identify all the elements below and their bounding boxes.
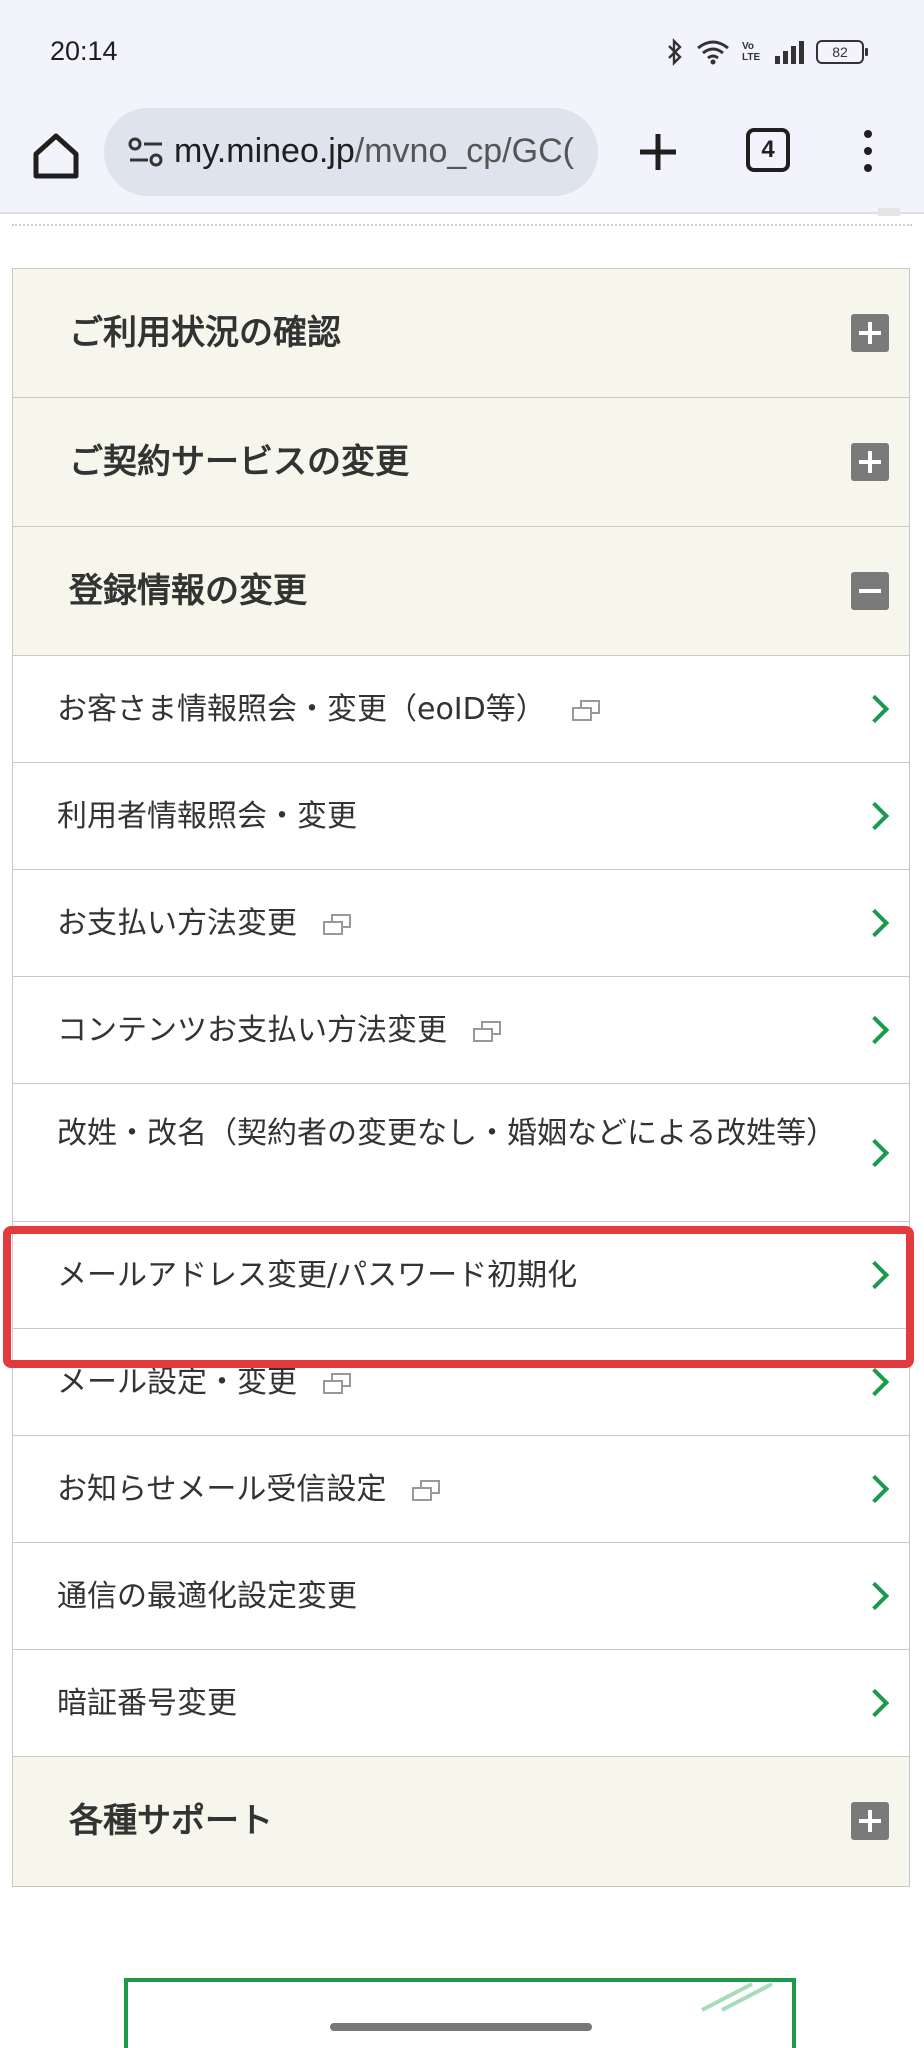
- wifi-icon: [697, 40, 729, 65]
- expand-plus-icon[interactable]: [851, 314, 889, 352]
- section-registration-change[interactable]: 登録情報の変更: [13, 527, 909, 656]
- expand-plus-icon[interactable]: [851, 1802, 889, 1840]
- more-menu-icon[interactable]: [858, 130, 878, 178]
- menu-item-content-payment[interactable]: コンテンツお支払い方法変更: [13, 977, 909, 1084]
- menu-item-label: コンテンツお支払い方法変更: [57, 1013, 447, 1048]
- chevron-right-icon: [860, 908, 890, 938]
- url-text[interactable]: my.mineo.jp/mvno_cp/GC(: [174, 132, 594, 171]
- external-window-icon: [571, 699, 602, 722]
- page-top-fragment: [878, 208, 900, 216]
- external-window-icon: [412, 1479, 442, 1502]
- section-title: 各種サポート: [69, 1801, 273, 1841]
- chevron-right-icon: [860, 694, 890, 724]
- chevron-right-icon: [860, 1367, 890, 1397]
- external-window-icon: [473, 1020, 503, 1043]
- plus-icon: [640, 134, 676, 170]
- menu-item-label: お客さま情報照会・変更（eoID等）: [57, 692, 546, 727]
- section-usage-status[interactable]: ご利用状況の確認: [13, 269, 909, 398]
- menu-item-pin-change[interactable]: 暗証番号変更: [13, 1650, 909, 1757]
- banner-stripes-icon: [701, 1982, 773, 2012]
- section-title: ご利用状況の確認: [69, 313, 341, 353]
- menu-item-user-info[interactable]: 利用者情報照会・変更: [13, 763, 909, 870]
- bluetooth-icon: [668, 38, 682, 66]
- section-title: 登録情報の変更: [69, 571, 307, 611]
- tab-switcher-button[interactable]: 4: [746, 128, 790, 172]
- url-host: my.mineo.jp: [174, 132, 355, 170]
- chevron-right-icon: [860, 801, 890, 831]
- menu-item-label: 暗証番号変更: [57, 1686, 237, 1721]
- chevron-right-icon: [860, 1015, 890, 1045]
- menu-item-label: メールアドレス変更/パスワード初期化: [57, 1258, 578, 1293]
- dotted-divider: [12, 224, 912, 226]
- browser-toolbar: my.mineo.jp/mvno_cp/GC( 4: [0, 100, 924, 214]
- chevron-right-icon: [860, 1581, 890, 1611]
- battery-indicator: 82: [816, 40, 868, 64]
- menu-item-payment-method[interactable]: お支払い方法変更: [13, 870, 909, 977]
- url-path: /mvno_cp/GC(: [354, 132, 574, 170]
- site-settings-icon[interactable]: [128, 136, 164, 168]
- section-contract-change[interactable]: ご契約サービスの変更: [13, 398, 909, 527]
- expand-plus-icon[interactable]: [851, 443, 889, 481]
- menu-item-optimization[interactable]: 通信の最適化設定変更: [13, 1543, 909, 1650]
- menu-item-label: 改姓・改名（契約者の変更なし・婚姻などによる改姓等）: [57, 1116, 837, 1151]
- menu-item-customer-info[interactable]: お客さま情報照会・変更（eoID等）: [13, 656, 909, 763]
- chevron-right-icon: [860, 1474, 890, 1504]
- chevron-right-icon: [860, 1688, 890, 1718]
- home-icon: [33, 133, 79, 179]
- section-title: ご契約サービスの変更: [69, 442, 409, 482]
- menu-item-notification-mail[interactable]: お知らせメール受信設定: [13, 1436, 909, 1543]
- signal-icon: [775, 41, 804, 64]
- menu-item-mail-settings[interactable]: メール設定・変更: [13, 1329, 909, 1436]
- address-bar[interactable]: my.mineo.jp/mvno_cp/GC(: [104, 108, 598, 196]
- status-time: 20:14: [50, 36, 118, 66]
- menu-item-name-change[interactable]: 改姓・改名（契約者の変更なし・婚姻などによる改姓等）: [13, 1084, 909, 1222]
- status-bar: 20:14 Vo LTE 82: [0, 0, 924, 100]
- menu-item-label: お支払い方法変更: [57, 906, 297, 941]
- menu-item-email-password[interactable]: メールアドレス変更/パスワード初期化: [13, 1222, 909, 1329]
- gesture-navigation-bar[interactable]: [330, 2023, 592, 2031]
- menu-item-label: 通信の最適化設定変更: [57, 1579, 357, 1614]
- collapse-minus-icon[interactable]: [851, 572, 889, 610]
- menu-item-label: お知らせメール受信設定: [57, 1472, 387, 1507]
- section-support[interactable]: 各種サポート: [13, 1757, 909, 1886]
- menu-item-label: 利用者情報照会・変更: [57, 799, 357, 834]
- account-menu: ご利用状況の確認 ご契約サービスの変更 登録情報の変更 お客さま情報照会・変更（…: [12, 268, 910, 1887]
- volte-icon: Vo LTE: [742, 41, 761, 63]
- status-icons: Vo LTE 82: [666, 38, 868, 66]
- bottom-banner[interactable]: [124, 1978, 796, 2048]
- home-button[interactable]: [30, 130, 82, 182]
- external-window-icon: [323, 913, 353, 936]
- menu-item-label: メール設定・変更: [57, 1365, 297, 1400]
- external-window-icon: [323, 1372, 353, 1395]
- new-tab-button[interactable]: [636, 130, 680, 174]
- chevron-right-icon: [860, 1260, 890, 1290]
